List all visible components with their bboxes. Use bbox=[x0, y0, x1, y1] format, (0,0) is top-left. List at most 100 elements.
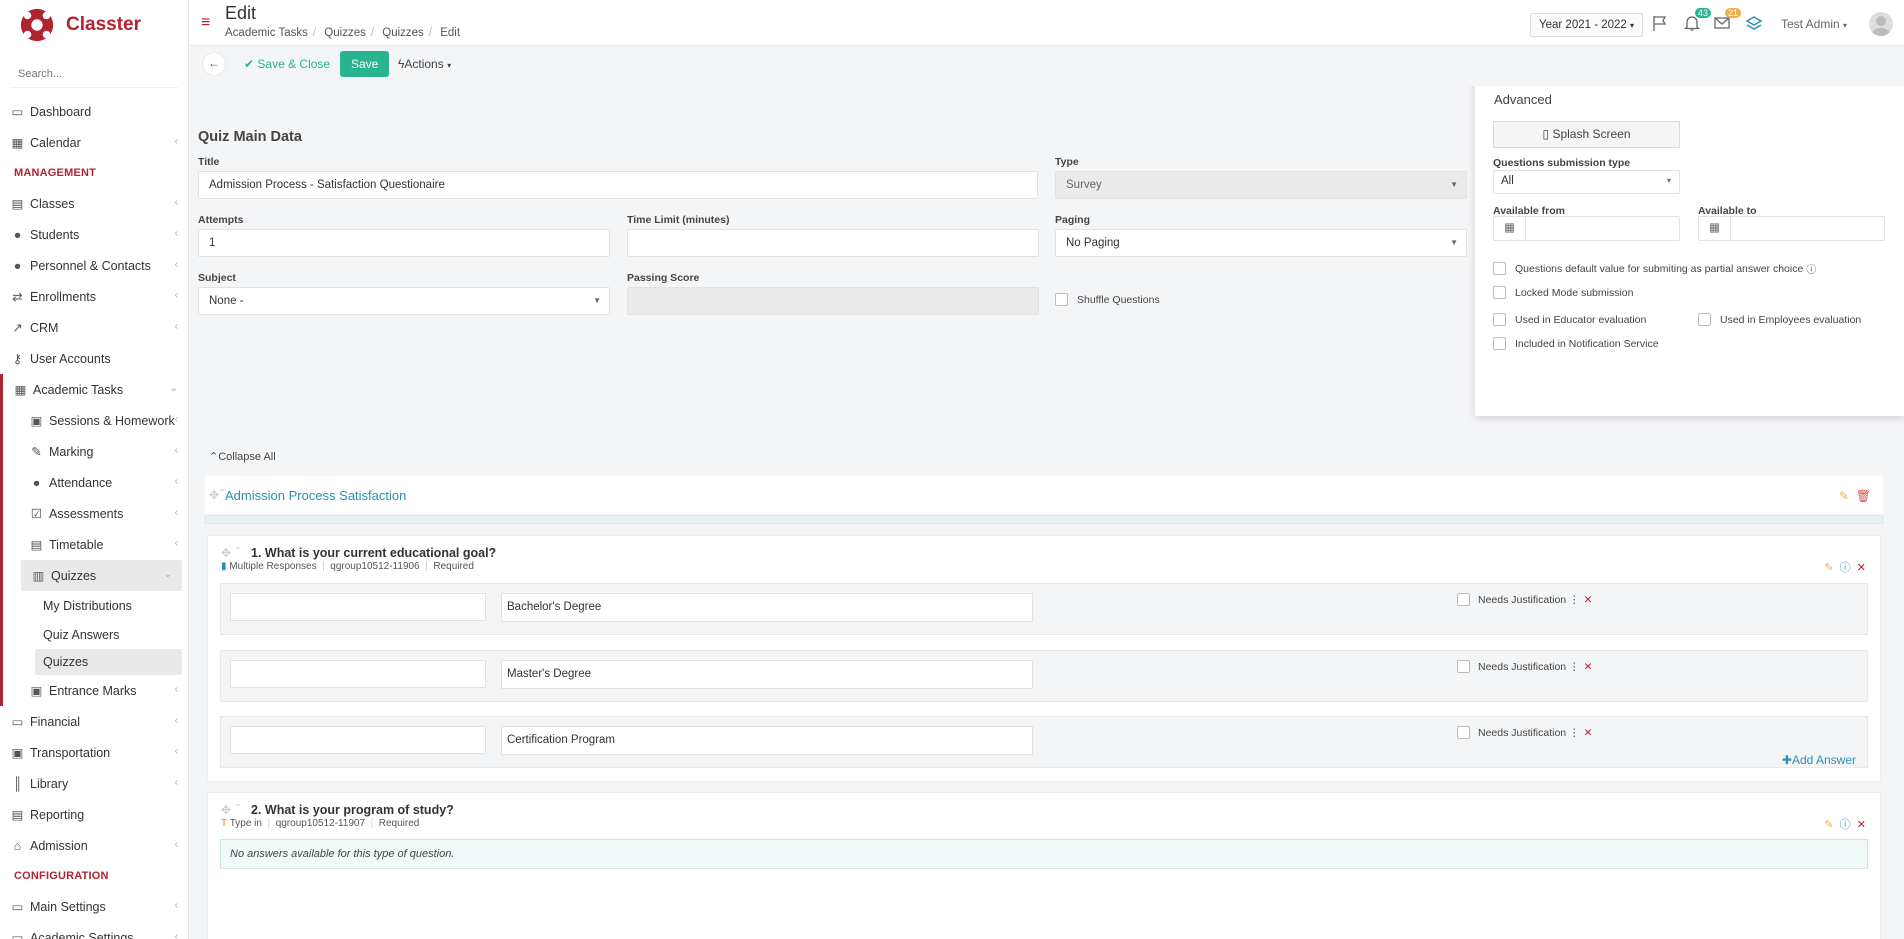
needs-justification[interactable]: Needs Justification ⋮ ✕ bbox=[1457, 593, 1592, 606]
available-from-input[interactable]: ▦ bbox=[1493, 216, 1680, 241]
sidebar-item-financial[interactable]: ▭ Financial ‹ bbox=[0, 706, 188, 737]
sidebar-item-assessments[interactable]: ☑ Assessments ‹ bbox=[3, 498, 188, 529]
question-title[interactable]: 1. What is your current educational goal… bbox=[251, 546, 496, 560]
sidebar-item-students[interactable]: ● Students ‹ bbox=[0, 219, 188, 250]
sidebar-item-academic-tasks[interactable]: ▦ Academic Tasks ⌄ bbox=[3, 374, 188, 405]
time-limit-input[interactable] bbox=[627, 229, 1039, 257]
option-partial-answer[interactable]: Questions default value for submiting as… bbox=[1493, 261, 1816, 276]
flag-icon[interactable] bbox=[1651, 14, 1669, 32]
sidebar-item-user-accounts[interactable]: ⚷ User Accounts bbox=[0, 343, 188, 374]
sidebar-item-classes[interactable]: ▤ Classes ‹ bbox=[0, 188, 188, 219]
info-icon[interactable]: ⓘ bbox=[1840, 819, 1851, 831]
sidebar-item-quizzes[interactable]: ▥ Quizzes ⌄ bbox=[21, 560, 182, 591]
option-notification-service[interactable]: Included in Notification Service bbox=[1493, 337, 1659, 350]
chevron-up-icon[interactable]: ⌃ bbox=[234, 803, 242, 814]
question-title[interactable]: 2. What is your program of study? bbox=[251, 803, 454, 817]
drag-handle-icon[interactable]: ✥ bbox=[221, 546, 231, 560]
checkbox[interactable] bbox=[1698, 313, 1711, 326]
info-icon[interactable]: ⓘ bbox=[1840, 562, 1851, 574]
mail-icon[interactable]: 21 bbox=[1713, 8, 1741, 32]
breadcrumb-item[interactable]: Quizzes bbox=[382, 27, 424, 39]
submission-type-select[interactable]: All ▾ bbox=[1493, 170, 1680, 194]
sidebar-item-entrance-marks[interactable]: ▣ Entrance Marks ‹ bbox=[3, 675, 188, 706]
sidebar-item-enrollments[interactable]: ⇄ Enrollments ‹ bbox=[0, 281, 188, 312]
sidebar-item-dashboard[interactable]: ▭ Dashboard bbox=[0, 96, 188, 127]
drag-handle-icon[interactable]: ✥ bbox=[221, 803, 231, 817]
pencil-icon[interactable]: ✎ bbox=[1824, 562, 1833, 574]
sidebar-item-crm[interactable]: ↗ CRM ‹ bbox=[0, 312, 188, 343]
more-vertical-icon[interactable]: ⋮ bbox=[1569, 661, 1580, 673]
calendar-icon[interactable]: ▦ bbox=[1699, 217, 1731, 240]
sidebar-item-reporting[interactable]: ▤ Reporting bbox=[0, 799, 188, 830]
more-vertical-icon[interactable]: ⋮ bbox=[1569, 727, 1580, 739]
checkbox[interactable] bbox=[1493, 262, 1506, 275]
sidebar-item-academic-settings[interactable]: ▭ Academic Settings ‹ bbox=[0, 922, 188, 939]
back-button[interactable]: ← bbox=[203, 53, 225, 75]
checkbox[interactable] bbox=[1457, 660, 1470, 673]
more-vertical-icon[interactable]: ⋮ bbox=[1569, 594, 1580, 606]
option-employees-evaluation[interactable]: Used in Employees evaluation bbox=[1698, 313, 1861, 326]
close-icon[interactable]: ✕ bbox=[1584, 661, 1593, 673]
sidebar-item-my-distributions[interactable]: My Distributions bbox=[3, 591, 188, 620]
calendar-icon[interactable]: ▦ bbox=[1494, 217, 1526, 240]
chevron-up-icon[interactable]: ⌃ bbox=[234, 546, 242, 557]
type-select[interactable]: Survey ▼ bbox=[1055, 171, 1467, 199]
answer-text-input[interactable]: Master's Degree bbox=[501, 660, 1033, 689]
answer-key-input[interactable] bbox=[230, 593, 486, 621]
save-close-button[interactable]: ✔ Save & Close bbox=[244, 57, 330, 71]
sidebar-item-transportation[interactable]: ▣ Transportation ‹ bbox=[0, 737, 188, 768]
user-menu[interactable]: Test Admin ▾ bbox=[1781, 17, 1847, 31]
checkbox[interactable] bbox=[1493, 337, 1506, 350]
close-icon[interactable]: ✕ bbox=[1857, 562, 1866, 574]
sidebar-item-admission[interactable]: ⌂ Admission ‹ bbox=[0, 830, 188, 861]
checkbox[interactable] bbox=[1493, 313, 1506, 326]
shuffle-questions[interactable]: Shuffle Questions bbox=[1055, 293, 1160, 306]
save-button[interactable]: Save bbox=[340, 51, 390, 77]
close-icon[interactable]: ✕ bbox=[1857, 819, 1866, 831]
bell-icon[interactable]: 43 bbox=[1683, 8, 1711, 32]
menu-icon[interactable]: ≡ bbox=[201, 14, 210, 32]
add-answer-button[interactable]: ✚Add Answer bbox=[1782, 753, 1856, 767]
sidebar-item-personnel[interactable]: ● Personnel & Contacts ‹ bbox=[0, 250, 188, 281]
answer-text-input[interactable]: Certification Program bbox=[501, 726, 1033, 755]
answer-text-input[interactable]: Bachelor's Degree bbox=[501, 593, 1033, 622]
pencil-icon[interactable]: ✎ bbox=[1839, 489, 1849, 503]
close-icon[interactable]: ✕ bbox=[1584, 594, 1593, 606]
search-input[interactable] bbox=[10, 67, 178, 80]
breadcrumb-item[interactable]: Academic Tasks bbox=[225, 27, 308, 39]
checkbox[interactable] bbox=[1457, 593, 1470, 606]
paging-select[interactable]: No Paging ▼ bbox=[1055, 229, 1467, 257]
shuffle-checkbox[interactable] bbox=[1055, 293, 1068, 306]
needs-justification[interactable]: Needs Justification ⋮ ✕ bbox=[1457, 726, 1592, 739]
sidebar-item-marking[interactable]: ✎ Marking ‹ bbox=[3, 436, 188, 467]
year-select[interactable]: Year 2021 - 2022 ▾ bbox=[1530, 13, 1644, 37]
answer-key-input[interactable] bbox=[230, 660, 486, 688]
collapse-all-button[interactable]: ⌃Collapse All bbox=[209, 450, 276, 463]
pencil-icon[interactable]: ✎ bbox=[1824, 819, 1833, 831]
sidebar-item-sessions-homework[interactable]: ▣ Sessions & Homework ‹ bbox=[3, 405, 188, 436]
attempts-input[interactable]: 1 bbox=[198, 229, 610, 257]
actions-dropdown[interactable]: ϟActions ▾ bbox=[398, 57, 451, 71]
checkbox[interactable] bbox=[1493, 286, 1506, 299]
title-input[interactable]: Admission Process - Satisfaction Questio… bbox=[198, 171, 1038, 199]
info-icon[interactable]: ⓘ bbox=[1806, 261, 1816, 276]
sidebar-item-library[interactable]: ║ Library ‹ bbox=[0, 768, 188, 799]
breadcrumb-item[interactable]: Quizzes bbox=[324, 27, 366, 39]
checkbox[interactable] bbox=[1457, 726, 1470, 739]
splash-screen-button[interactable]: ▯ Splash Screen bbox=[1493, 121, 1680, 148]
sidebar-item-timetable[interactable]: ▤ Timetable ‹ bbox=[3, 529, 188, 560]
subject-select[interactable]: None - ▼ bbox=[198, 287, 610, 315]
close-icon[interactable]: ✕ bbox=[1584, 727, 1593, 739]
sidebar-item-calendar[interactable]: ▦ Calendar ‹ bbox=[0, 127, 188, 158]
logo[interactable]: Classter bbox=[0, 0, 188, 50]
option-educator-evaluation[interactable]: Used in Educator evaluation bbox=[1493, 313, 1646, 326]
option-locked-mode[interactable]: Locked Mode submission bbox=[1493, 286, 1633, 299]
available-to-input[interactable]: ▦ bbox=[1698, 216, 1885, 241]
needs-justification[interactable]: Needs Justification ⋮ ✕ bbox=[1457, 660, 1592, 673]
sidebar-item-quizzes-list[interactable]: Quizzes bbox=[35, 649, 182, 675]
trash-icon[interactable]: 🗑 bbox=[1856, 489, 1871, 503]
sidebar-item-attendance[interactable]: ● Attendance ‹ bbox=[3, 467, 188, 498]
sidebar-item-main-settings[interactable]: ▭ Main Settings ‹ bbox=[0, 891, 188, 922]
avatar[interactable] bbox=[1869, 12, 1893, 36]
group-title[interactable]: Admission Process Satisfaction bbox=[225, 488, 406, 503]
